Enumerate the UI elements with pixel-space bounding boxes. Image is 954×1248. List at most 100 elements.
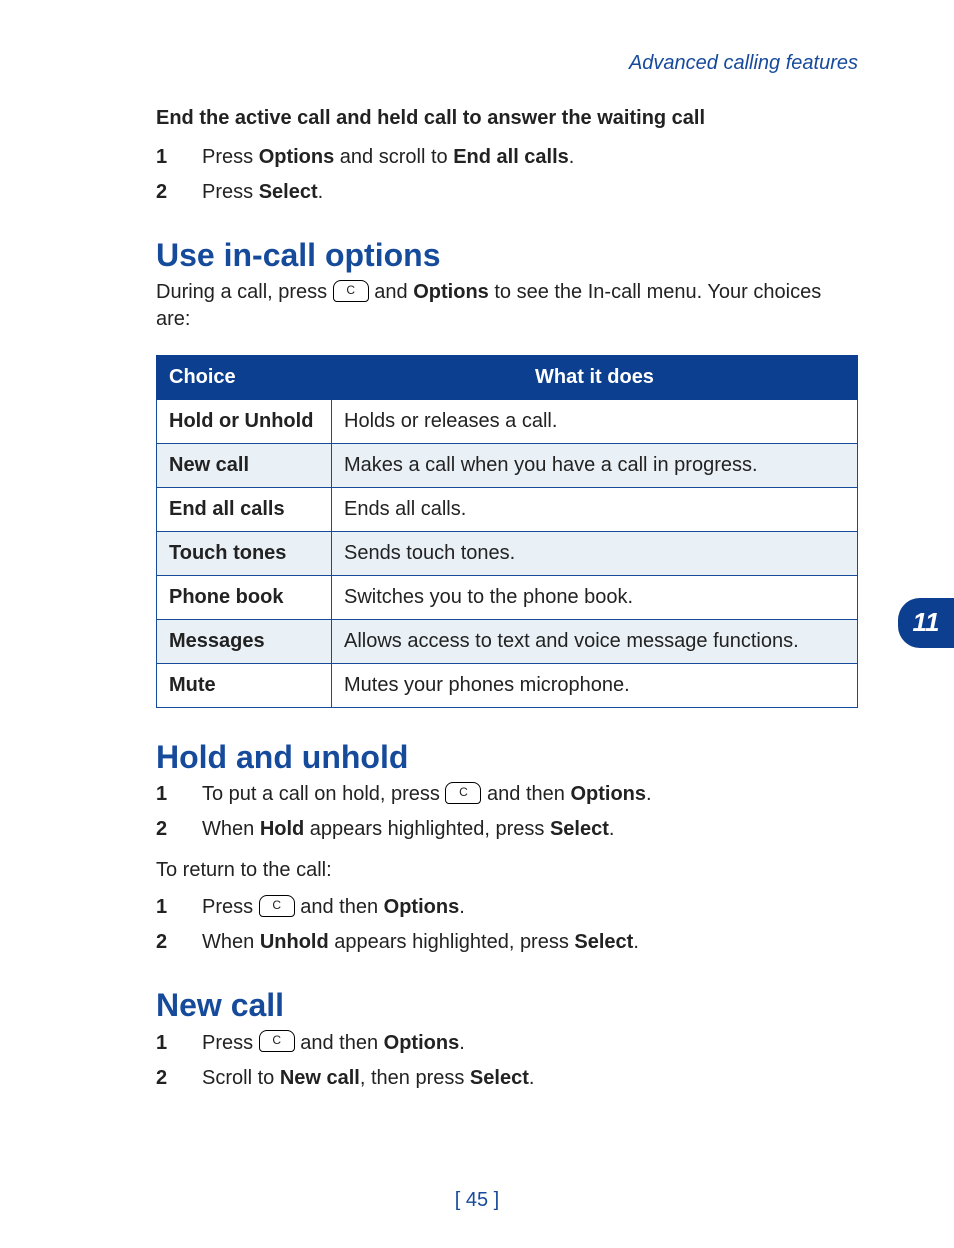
step-body: Press C and then Options.	[202, 894, 858, 921]
step-number: 1	[156, 894, 174, 921]
step-body: When Hold appears highlighted, press Sel…	[202, 816, 858, 843]
cell-what: Allows access to text and voice message …	[332, 620, 858, 664]
step-number: 1	[156, 1030, 174, 1057]
step-body: To put a call on hold, press C and then …	[202, 781, 858, 808]
text: and scroll to	[334, 146, 453, 168]
cell-choice: New call	[157, 444, 332, 488]
step-body: Press Select.	[202, 179, 858, 206]
text: and then	[481, 783, 570, 805]
list-item: 1 To put a call on hold, press C and the…	[156, 781, 858, 808]
text: Press	[202, 181, 259, 203]
cell-what: Makes a call when you have a call in pro…	[332, 444, 858, 488]
step-number: 2	[156, 1065, 174, 1092]
section-heading-in-call-options: Use in-call options	[156, 234, 858, 277]
text: To put a call on hold, press	[202, 783, 445, 805]
bold-text: Options	[570, 783, 646, 805]
text: .	[459, 896, 465, 918]
table-row: Touch tones Sends touch tones.	[157, 532, 858, 576]
text: appears highlighted, press	[329, 931, 575, 953]
table-row: End all calls Ends all calls.	[157, 488, 858, 532]
step-number: 2	[156, 929, 174, 956]
cell-what: Mutes your phones microphone.	[332, 664, 858, 708]
steps-end-active: 1 Press Options and scroll to End all ca…	[156, 144, 858, 206]
running-head: Advanced calling features	[156, 50, 858, 77]
bold-text: Unhold	[260, 931, 329, 953]
text: and then	[295, 896, 384, 918]
list-item: 1 Press C and then Options.	[156, 894, 858, 921]
list-item: 2 Scroll to New call, then press Select.	[156, 1065, 858, 1092]
text: When	[202, 931, 260, 953]
cell-choice: Mute	[157, 664, 332, 708]
c-key-icon: C	[333, 280, 369, 302]
step-body: Scroll to New call, then press Select.	[202, 1065, 858, 1092]
text: Press	[202, 1032, 259, 1054]
step-body: When Unhold appears highlighted, press S…	[202, 929, 858, 956]
section-heading-new-call: New call	[156, 984, 858, 1027]
return-intro: To return to the call:	[156, 857, 858, 884]
list-item: 1 Press Options and scroll to End all ca…	[156, 144, 858, 171]
list-item: 2 When Unhold appears highlighted, press…	[156, 929, 858, 956]
column-header-choice: Choice	[157, 356, 332, 400]
bold-text: New call	[280, 1067, 360, 1089]
bold-text: Hold	[260, 818, 304, 840]
text: .	[633, 931, 639, 953]
steps-unhold: 1 Press C and then Options. 2 When Unhol…	[156, 894, 858, 956]
bold-text: Select	[470, 1067, 529, 1089]
text: , then press	[360, 1067, 470, 1089]
bold-text: Select	[550, 818, 609, 840]
intro-in-call: During a call, press C and Options to se…	[156, 279, 858, 333]
text: .	[609, 818, 615, 840]
table-row: New call Makes a call when you have a ca…	[157, 444, 858, 488]
table-row: Phone book Switches you to the phone boo…	[157, 576, 858, 620]
table-row: Mute Mutes your phones microphone.	[157, 664, 858, 708]
text: When	[202, 818, 260, 840]
table-row: Hold or Unhold Holds or releases a call.	[157, 400, 858, 444]
text: .	[569, 146, 575, 168]
in-call-options-table: Choice What it does Hold or Unhold Holds…	[156, 355, 858, 708]
c-key-icon: C	[259, 1030, 295, 1052]
section-heading-hold-unhold: Hold and unhold	[156, 736, 858, 779]
bold-text: Options	[384, 896, 460, 918]
cell-choice: Hold or Unhold	[157, 400, 332, 444]
text: .	[646, 783, 652, 805]
cell-what: Ends all calls.	[332, 488, 858, 532]
step-number: 2	[156, 816, 174, 843]
text: Scroll to	[202, 1067, 280, 1089]
chapter-tab: 11	[898, 598, 954, 648]
text: Press	[202, 146, 259, 168]
text: .	[318, 181, 324, 203]
step-number: 1	[156, 781, 174, 808]
bold-text: Select	[259, 181, 318, 203]
steps-hold: 1 To put a call on hold, press C and the…	[156, 781, 858, 843]
list-item: 1 Press C and then Options.	[156, 1030, 858, 1057]
bold-text: Options	[259, 146, 335, 168]
list-item: 2 Press Select.	[156, 179, 858, 206]
table-row: Messages Allows access to text and voice…	[157, 620, 858, 664]
step-number: 1	[156, 144, 174, 171]
step-body: Press Options and scroll to End all call…	[202, 144, 858, 171]
cell-choice: Messages	[157, 620, 332, 664]
page-footer: [ 45 ]	[0, 1187, 954, 1214]
bold-text: Options	[413, 281, 489, 303]
list-item: 2 When Hold appears highlighted, press S…	[156, 816, 858, 843]
text: appears highlighted, press	[304, 818, 550, 840]
bold-text: End all calls	[453, 146, 569, 168]
text: and	[369, 281, 413, 303]
cell-what: Switches you to the phone book.	[332, 576, 858, 620]
step-body: Press C and then Options.	[202, 1030, 858, 1057]
table-header-row: Choice What it does	[157, 356, 858, 400]
text: During a call, press	[156, 281, 333, 303]
sub-heading-end-active: End the active call and held call to ans…	[156, 105, 858, 132]
steps-new-call: 1 Press C and then Options. 2 Scroll to …	[156, 1030, 858, 1092]
step-number: 2	[156, 179, 174, 206]
bold-text: Select	[574, 931, 633, 953]
cell-choice: End all calls	[157, 488, 332, 532]
cell-what: Sends touch tones.	[332, 532, 858, 576]
text: .	[529, 1067, 535, 1089]
cell-choice: Touch tones	[157, 532, 332, 576]
c-key-icon: C	[445, 782, 481, 804]
cell-what: Holds or releases a call.	[332, 400, 858, 444]
page: Advanced calling features End the active…	[0, 0, 954, 1248]
c-key-icon: C	[259, 895, 295, 917]
column-header-what: What it does	[332, 356, 858, 400]
